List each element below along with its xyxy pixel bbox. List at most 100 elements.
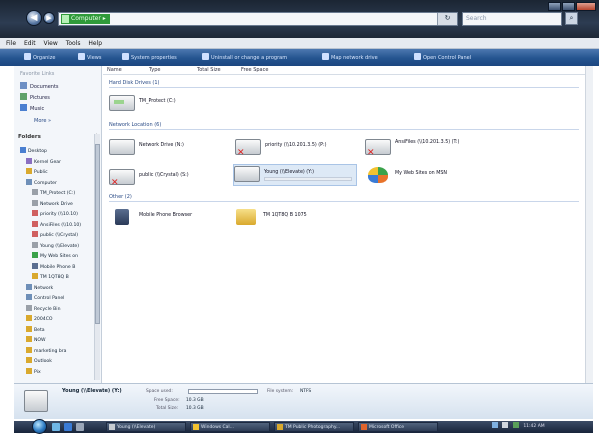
total-size-label: Total Size:: [156, 406, 179, 411]
tree-item[interactable]: Desktop: [20, 147, 94, 154]
minimize-button[interactable]: [548, 2, 561, 11]
mobile-phone-icon: [115, 209, 129, 225]
task-tm-public[interactable]: TM Public Photography...: [274, 422, 354, 432]
favorites-more-link[interactable]: More »: [34, 117, 51, 126]
tree-item[interactable]: Kernel Gear: [26, 157, 94, 165]
tree-item[interactable]: Recycle Bin: [26, 304, 94, 312]
tree-item-label: Pix: [34, 369, 41, 375]
start-button[interactable]: [32, 419, 47, 434]
menu-edit[interactable]: Edit: [24, 38, 36, 49]
maximize-button[interactable]: [562, 2, 575, 11]
priority-drive-item[interactable]: ✕ priority (\\10.201.3.5) (P:): [235, 138, 359, 158]
tree-item[interactable]: Network: [26, 283, 94, 291]
toolbar-system-properties[interactable]: System properties: [122, 53, 177, 62]
address-bar[interactable]: Computer ▸: [58, 12, 458, 26]
ansifiles-drive-item[interactable]: ✕ AnsiFiles (\\10.201.3.5) (T:): [365, 138, 487, 158]
menu-tools[interactable]: Tools: [66, 38, 81, 49]
search-input[interactable]: Search: [462, 12, 562, 26]
folder-icon: [277, 424, 283, 430]
tree-item[interactable]: Young (\\Elevate): [32, 241, 94, 249]
folder-icon: [26, 304, 32, 311]
folder-icon: [32, 273, 38, 279]
ie-icon[interactable]: [64, 423, 72, 431]
show-desktop-icon[interactable]: [52, 423, 60, 431]
clock[interactable]: 11:42 AM: [523, 424, 544, 429]
network-drive-item[interactable]: Network Drive (N:): [109, 138, 229, 156]
column-free-space[interactable]: Free Space: [241, 67, 268, 73]
task-office[interactable]: Microsoft Office: [358, 422, 438, 432]
tree-item[interactable]: public (\\Crystal): [32, 231, 94, 238]
group-hard-disk-drives[interactable]: Hard Disk Drives (1): [109, 80, 579, 88]
task-windows-cal[interactable]: Windows Cal...: [190, 422, 270, 432]
group-network-location[interactable]: Network Location (6): [109, 122, 579, 130]
network-drive-label: Network Drive (N:): [139, 143, 184, 148]
tm-folder-item[interactable]: TM 1QT8Q B 1075: [233, 208, 357, 226]
toolbar-views[interactable]: Views: [78, 53, 101, 62]
search-icon[interactable]: ⌕: [565, 12, 578, 25]
mywebsites-item[interactable]: My Web Sites on MSN: [365, 166, 487, 184]
switch-windows-icon[interactable]: [76, 423, 84, 431]
public-drive-item[interactable]: ✕ public (\\Crystal) (S:): [109, 168, 229, 188]
tree-item[interactable]: Beta: [26, 325, 94, 333]
folder-icon: [32, 262, 38, 269]
content-scrollbar[interactable]: [585, 66, 593, 383]
menu-help[interactable]: Help: [88, 38, 102, 49]
office-icon: [361, 424, 367, 430]
forward-arrow-icon: ▶: [46, 14, 52, 22]
tree-item[interactable]: Pix: [26, 367, 94, 375]
tree-item[interactable]: Outlook: [26, 357, 94, 364]
task-young-label: Young (\\Elevate): [117, 425, 156, 430]
folders-header[interactable]: Folders ˄: [18, 134, 98, 140]
toolbar-control-panel[interactable]: Open Control Panel: [414, 53, 471, 62]
favorite-music[interactable]: Music: [20, 104, 44, 113]
menu-view[interactable]: View: [44, 38, 58, 49]
network-tray-icon[interactable]: [492, 422, 498, 428]
drive-c-item[interactable]: TM_Protect (C:): [109, 94, 229, 112]
toolbar-map-drive[interactable]: Map network drive: [322, 53, 378, 62]
group-other[interactable]: Other (2): [109, 194, 579, 202]
favorite-documents[interactable]: Documents: [20, 82, 59, 91]
taskbar: Young (\\Elevate) Windows Cal... TM Publ…: [14, 419, 593, 434]
tree-item[interactable]: Network Drive: [32, 199, 94, 207]
back-button[interactable]: ◀: [26, 10, 42, 26]
forward-button[interactable]: ▶: [43, 12, 55, 24]
volume-tray-icon[interactable]: [502, 422, 509, 428]
navigation-scrollbar-thumb[interactable]: [95, 144, 100, 324]
tree-item[interactable]: TM_Protect (C:): [32, 189, 94, 196]
folder-icon: [236, 209, 256, 225]
mobile-browser-item[interactable]: Mobile Phone Browser: [109, 208, 229, 226]
toolbar-organize[interactable]: Organize: [24, 53, 55, 62]
navigation-scrollbar[interactable]: [94, 134, 100, 380]
tree-item[interactable]: priority (\\10.10): [32, 210, 94, 217]
explorer-window: ◀ ▶ Computer ▸ ↻ Search ⌕ File Edit View…: [0, 0, 599, 439]
task-young[interactable]: Young (\\Elevate): [106, 422, 186, 432]
security-tray-icon[interactable]: [512, 422, 519, 428]
folder-icon: [26, 168, 32, 174]
address-crumb[interactable]: Computer ▸: [61, 14, 110, 24]
tree-item[interactable]: Computer: [26, 178, 94, 186]
tree-item-label: Beta: [34, 327, 45, 333]
tree-item[interactable]: 2004CO: [26, 315, 94, 322]
tree-item[interactable]: TM 1QT8Q B: [32, 273, 94, 280]
tree-item-label: Young (\\Elevate): [40, 243, 80, 249]
toolbar-uninstall[interactable]: Uninstall or change a program: [202, 53, 287, 62]
tree-item[interactable]: marketing bra: [26, 346, 94, 354]
column-name[interactable]: Name: [107, 67, 122, 73]
folder-icon: [32, 210, 38, 216]
tree-item[interactable]: Control Panel: [26, 294, 94, 301]
tree-item[interactable]: My Web Sites on: [32, 252, 94, 259]
column-type[interactable]: Type: [149, 67, 160, 73]
tree-item[interactable]: Mobile Phone B: [32, 262, 94, 270]
selected-drive-icon: [24, 390, 48, 412]
tree-item[interactable]: Public: [26, 168, 94, 175]
column-total-size[interactable]: Total Size: [197, 67, 221, 73]
column-headers: Name Type Total Size Free Space: [103, 66, 585, 75]
tree-item[interactable]: NOW: [26, 336, 94, 343]
young-drive-item[interactable]: Young (\\Elevate) (Y:): [233, 164, 357, 186]
refresh-button[interactable]: ↻: [437, 13, 457, 25]
favorite-pictures[interactable]: Pictures: [20, 93, 50, 102]
tree-item[interactable]: AnsiFiles (\\10.10): [32, 220, 94, 228]
folder-icon: [26, 157, 32, 164]
close-button[interactable]: [576, 2, 596, 11]
menu-file[interactable]: File: [6, 38, 16, 49]
